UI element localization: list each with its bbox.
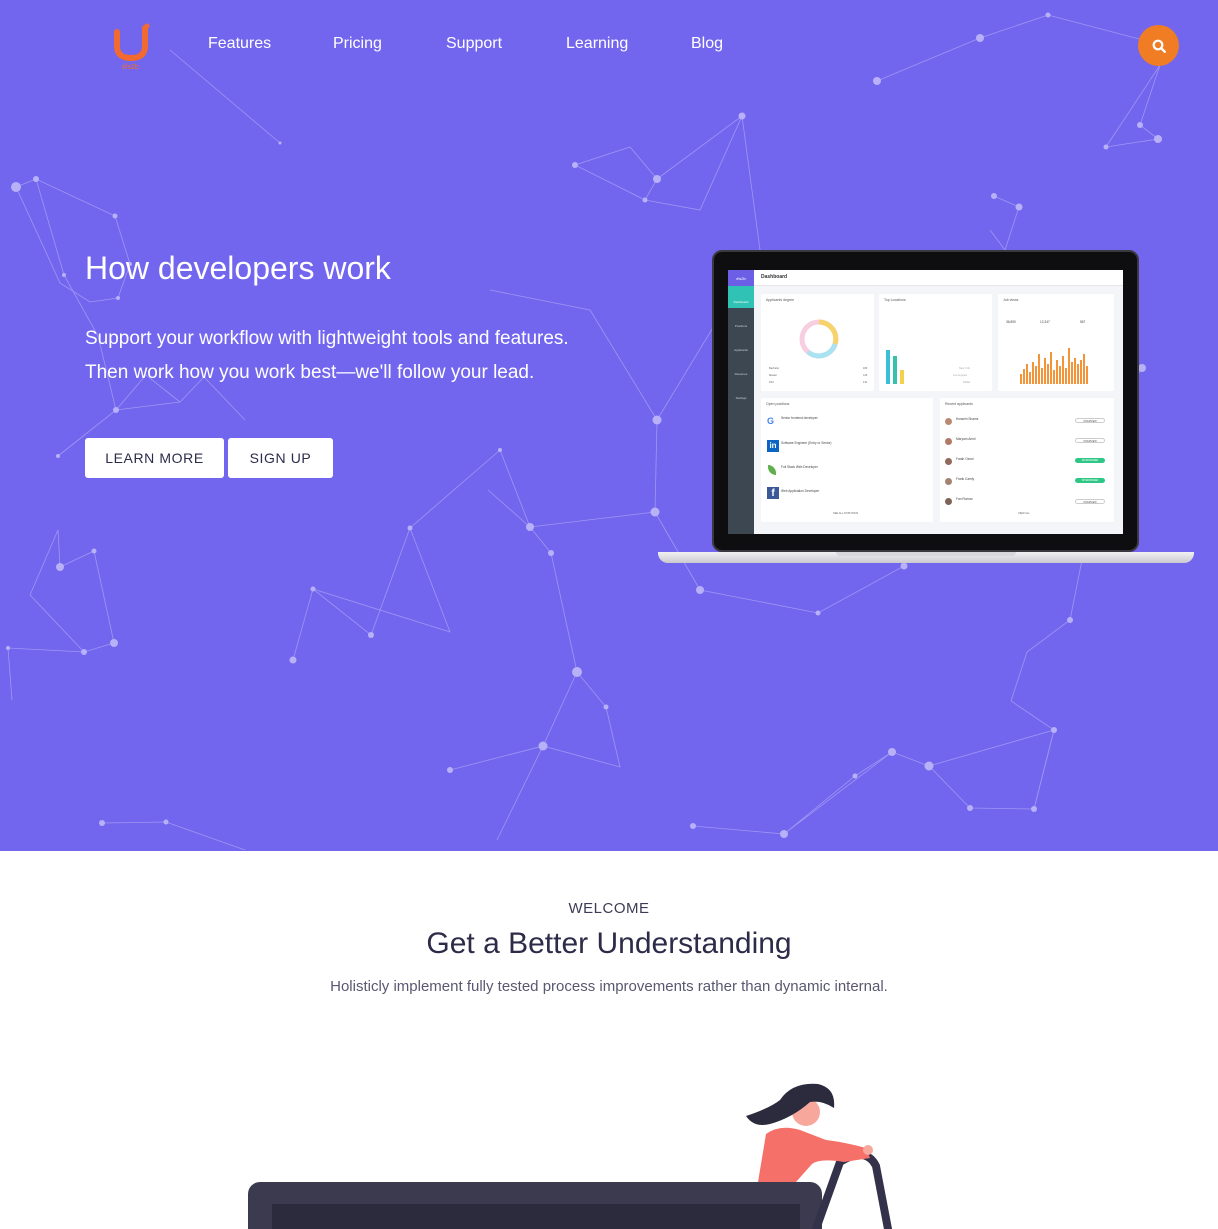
view-all-link: VIEW ALL	[1018, 512, 1030, 515]
status-badge: INTERVIEW	[1075, 499, 1105, 504]
status-badge: INTERVIEW	[1075, 418, 1105, 423]
logo-icon: éls2b	[114, 23, 150, 71]
avatar	[945, 438, 952, 445]
facebook-icon: f	[767, 487, 779, 499]
dashboard-topbar: éls2b Dashboard	[728, 270, 1123, 286]
see-all-positions-link: SEE ALL POSITIONS	[833, 512, 859, 515]
laptop-notch	[836, 552, 1016, 556]
avatar	[945, 458, 952, 465]
nav-pricing[interactable]: Pricing	[333, 35, 382, 53]
open-positions-card: Open positions G Senior frontend develop…	[761, 398, 933, 522]
top-locations-card: Top Locations New York Los Angeles Dalla…	[879, 294, 992, 391]
nav-blog[interactable]: Blog	[691, 35, 723, 53]
avatar	[945, 418, 952, 425]
dashboard-preview: éls2b Dashboard Dashboard Positions Appl…	[728, 270, 1123, 534]
donut-chart	[799, 319, 839, 359]
position-title: Web Application Developer	[781, 489, 820, 493]
status-badge: INTERVIEW	[1075, 438, 1105, 443]
stat-value: 567	[1080, 320, 1086, 324]
status-badge: INTERVIEWED	[1075, 478, 1105, 483]
search-icon	[1152, 39, 1166, 53]
laptop-mockup: éls2b Dashboard Dashboard Positions Appl…	[658, 250, 1194, 565]
dashboard-brand: éls2b	[728, 270, 754, 286]
avatar	[945, 478, 952, 485]
dashboard-side-item: Positions	[734, 324, 748, 328]
laptop-screen-frame: éls2b Dashboard Dashboard Positions Appl…	[712, 250, 1139, 552]
location-label: New York	[959, 367, 970, 370]
applicant-name: Farah Oeoni	[956, 457, 974, 461]
applicants-degree-card: Applicants degree Bachelor 183 Master 41…	[761, 294, 874, 391]
legend-label: Phd	[769, 381, 774, 384]
recent-applicants-card: Recent applicants Hossein Shams INTERVIE…	[940, 398, 1114, 522]
nav-support[interactable]: Support	[446, 35, 502, 53]
location-label: Los Angeles	[953, 374, 968, 377]
job-views-bar-chart	[1020, 348, 1088, 384]
position-title: Full Stack Web Developer	[781, 465, 818, 469]
search-button[interactable]	[1138, 25, 1179, 66]
locations-bar-chart	[886, 350, 904, 384]
card-title: Recent applicants	[945, 402, 973, 406]
applicant-name: Hossein Shams	[956, 417, 979, 421]
card-title: Open positions	[766, 402, 790, 406]
stat-value: 12,347	[1040, 320, 1050, 324]
hero-title: How developers work	[85, 250, 391, 286]
leaf-icon	[768, 465, 776, 475]
dashboard-side-item: Resumes	[734, 372, 748, 376]
developer-illustration	[248, 1083, 892, 1229]
dashboard-side-item: Applicants	[734, 348, 748, 352]
card-title: Applicants degree	[766, 298, 795, 302]
status-badge: INTERVIEWED	[1075, 458, 1105, 463]
hero-subtitle-line-1: Support your workflow with lightweight t…	[85, 328, 569, 349]
svg-text:éls2b: éls2b	[122, 64, 139, 71]
card-title: Top Locations	[884, 298, 906, 302]
google-icon: G	[767, 416, 775, 426]
card-title: Job views	[1003, 298, 1019, 302]
legend-value: 183	[863, 367, 868, 370]
position-title: Senior frontend developer	[781, 416, 818, 420]
hero-section: éls2b Features Pricing Support Learning …	[0, 0, 1218, 851]
nav-learning[interactable]: Learning	[566, 35, 628, 53]
dashboard-sidebar: Dashboard Positions Applicants Resumes S…	[728, 286, 754, 534]
applicant-name: Frank Camly	[956, 477, 975, 481]
nav-features[interactable]: Features	[208, 35, 271, 53]
applicant-name: Maryam Amiri	[956, 437, 976, 441]
legend-value: 131	[863, 381, 868, 384]
legend-value: 415	[863, 374, 868, 377]
job-views-card: Job views 36,890 12,347 567	[998, 294, 1114, 391]
stat-value: 36,890	[1006, 320, 1016, 324]
dashboard-side-item: Dashboard	[728, 286, 754, 308]
section-subtitle: Holisticly implement fully tested proces…	[330, 978, 888, 995]
hero-subtitle-line-2: Then work how you work best—we'll follow…	[85, 362, 535, 383]
legend-label: Bachelor	[769, 367, 780, 370]
applicant-name: Fan Romao	[956, 497, 973, 501]
avatar	[945, 498, 952, 505]
location-label: Dallas	[963, 381, 971, 384]
top-navigation: éls2b Features Pricing Support Learning …	[0, 0, 1218, 90]
learn-more-button[interactable]: LEARN MORE	[85, 438, 224, 478]
sign-up-button[interactable]: SIGN UP	[228, 438, 333, 478]
section-title: Get a Better Understanding	[426, 927, 792, 960]
position-title: Software Engineer (Entry or Senior)	[781, 441, 832, 445]
legend-label: Master	[769, 374, 777, 377]
dashboard-title: Dashboard	[761, 274, 788, 280]
brand-logo[interactable]: éls2b	[113, 22, 151, 72]
linkedin-icon: in	[767, 440, 779, 452]
section-eyebrow: WELCOME	[568, 900, 650, 917]
dashboard-side-item: Settings	[735, 396, 747, 400]
